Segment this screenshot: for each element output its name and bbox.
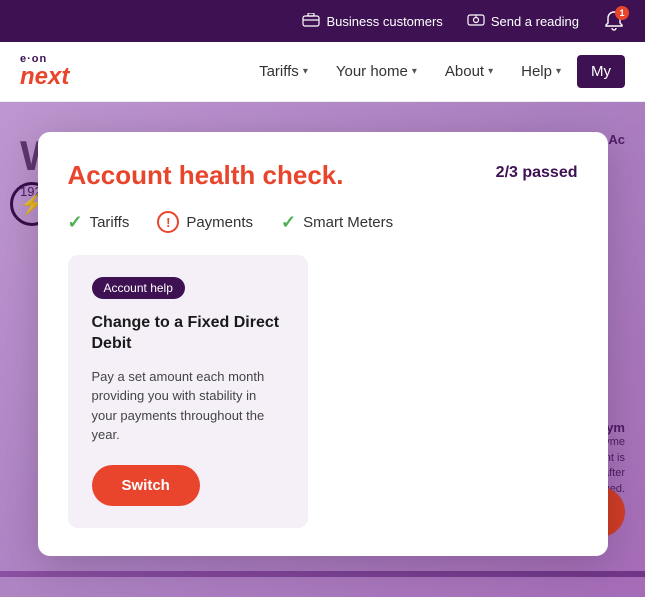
notifications-button[interactable]: 1 [603,10,625,32]
about-label: About [445,63,484,80]
logo-next: next [20,65,69,89]
check-tariffs-icon: ✓ [68,212,83,233]
about-chevron-icon: ▾ [488,66,493,77]
check-payments-icon: ! [157,211,179,233]
card-title: Change to a Fixed Direct Debit [92,313,284,355]
card-description: Pay a set amount each month providing yo… [92,367,284,445]
health-check-modal: Account health check. 2/3 passed ✓ Tarif… [38,132,608,556]
tariffs-chevron-icon: ▾ [303,66,308,77]
your-home-label: Your home [336,63,408,80]
help-label: Help [521,63,552,80]
nav-your-home[interactable]: Your home ▾ [324,55,429,88]
nav-items: Tariffs ▾ Your home ▾ About ▾ Help ▾ My [247,55,625,88]
logo[interactable]: e·on next [20,54,69,89]
business-customers-link[interactable]: Business customers [302,13,442,30]
nav-help[interactable]: Help ▾ [509,55,573,88]
send-reading-label: Send a reading [491,14,579,29]
nav-about[interactable]: About ▾ [433,55,505,88]
help-chevron-icon: ▾ [556,66,561,77]
modal-overlay: Account health check. 2/3 passed ✓ Tarif… [0,102,645,597]
modal-header: Account health check. 2/3 passed [68,160,578,191]
check-smart-meters: ✓ Smart Meters [281,212,393,233]
check-payments: ! Payments [157,211,253,233]
suggestion-card: Account help Change to a Fixed Direct De… [68,255,308,528]
tariffs-label: Tariffs [259,63,299,80]
send-reading-link[interactable]: Send a reading [467,13,579,30]
nav-my-account[interactable]: My [577,55,625,88]
check-tariffs: ✓ Tariffs [68,212,130,233]
your-home-chevron-icon: ▾ [412,66,417,77]
check-tariffs-label: Tariffs [90,214,130,231]
check-payments-label: Payments [186,214,253,231]
check-smart-meters-label: Smart Meters [303,214,393,231]
modal-checks: ✓ Tariffs ! Payments ✓ Smart Meters [68,211,578,233]
my-label: My [591,63,611,80]
nav-bar: e·on next Tariffs ▾ Your home ▾ About ▾ … [0,42,645,102]
briefcase-icon [302,13,320,30]
meter-icon [467,13,485,30]
modal-passed: 2/3 passed [496,164,578,182]
nav-tariffs[interactable]: Tariffs ▾ [247,55,320,88]
top-bar: Business customers Send a reading 1 [0,0,645,42]
switch-button[interactable]: Switch [92,465,200,506]
card-badge: Account help [92,277,185,299]
modal-title: Account health check. [68,160,344,191]
business-customers-label: Business customers [326,14,442,29]
notification-count: 1 [615,6,629,20]
check-smart-meters-icon: ✓ [281,212,296,233]
